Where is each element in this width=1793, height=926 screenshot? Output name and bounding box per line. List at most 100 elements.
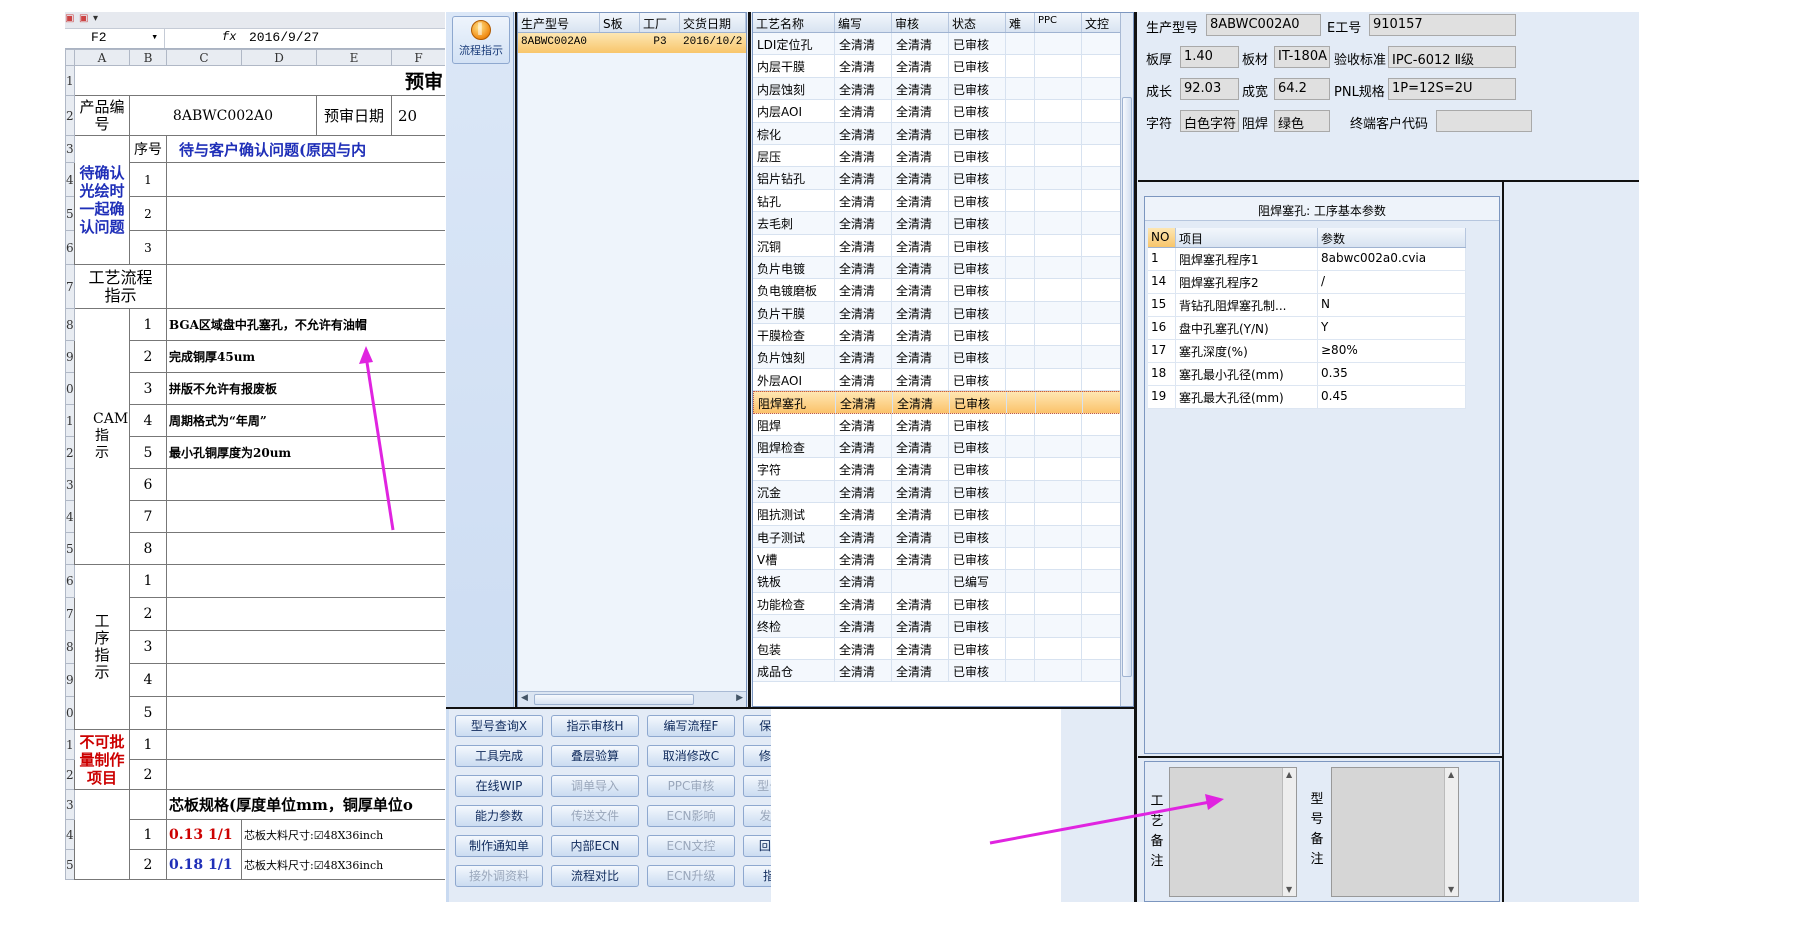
col-header-model[interactable]: 生产型号 (518, 13, 600, 32)
seq-cell[interactable]: 6 (129, 468, 167, 501)
pending-group-label[interactable]: 待确认光绘时一起确认问题 (74, 135, 130, 265)
row-number[interactable]: 0 (65, 372, 75, 405)
process-row[interactable]: 干膜检查 全清清 全清清 已审核 (753, 324, 1133, 347)
col-header-e[interactable]: E (316, 49, 392, 66)
toolbar-icon-2[interactable]: ▣ (79, 13, 88, 24)
cam-item[interactable] (166, 500, 445, 533)
col-header-factory[interactable]: 工厂 (640, 13, 680, 32)
process-row[interactable]: 内层干膜 全清清 全清清 已审核 (753, 55, 1133, 78)
row-number[interactable]: 8 (65, 630, 75, 664)
core-size-cell[interactable]: 芯板大料尺寸:☑48X36inch (241, 849, 445, 880)
process-row[interactable]: 字符 全清清 全清清 已审核 (753, 458, 1133, 481)
thickness-field[interactable]: 1.40 (1180, 46, 1239, 68)
sheet-title[interactable]: 预审 (74, 65, 445, 96)
checkbox-icon[interactable]: ☑ (314, 829, 324, 842)
action-button[interactable]: ECN升级 (647, 865, 735, 887)
core-seq[interactable]: 2 (129, 849, 167, 880)
row-number[interactable]: 2 (65, 759, 75, 790)
process-cell[interactable] (166, 663, 445, 697)
col-header-ppc[interactable]: PPC (1035, 13, 1082, 32)
process-row[interactable]: 沉铜 全清清 全清清 已审核 (753, 234, 1133, 257)
process-row[interactable]: 功能检查 全清清 全清清 已审核 (753, 592, 1133, 616)
core-spec-value[interactable]: 0.18 1/1 (166, 849, 242, 880)
row-number[interactable]: 1 (65, 729, 75, 760)
col-header-f[interactable]: F (391, 49, 445, 66)
process-row[interactable]: 去毛刺 全清清 全清清 已审核 (753, 212, 1133, 235)
param-row[interactable]: 17 塞孔深度(%) ≥80% (1148, 340, 1466, 363)
core-seq[interactable]: 1 (129, 819, 167, 850)
seq-cell[interactable]: 4 (129, 663, 167, 697)
cam-item[interactable]: 完成铜厚45um (166, 340, 445, 373)
memo-scrollbar[interactable]: ▲ ▼ (1444, 768, 1458, 896)
pnl-field[interactable]: 1P=12S=2U (1388, 78, 1516, 100)
cam-item[interactable] (166, 468, 445, 501)
cam-item[interactable]: BGA区域盘中孔塞孔，不允许有油帽 (166, 308, 445, 341)
process-row[interactable]: 负电镀磨板 全清清 全清清 已审核 (753, 279, 1133, 302)
corner-cell[interactable] (65, 49, 75, 66)
material-field[interactable]: IT-180A (1274, 46, 1330, 68)
col-header-a[interactable]: A (74, 49, 130, 66)
process-row[interactable]: 成品仓 全清清 全清清 已审核 (753, 659, 1133, 683)
action-button[interactable]: 取消修改C (647, 745, 735, 767)
col-header-status[interactable]: 状态 (949, 13, 1006, 32)
flow-instruction-button[interactable]: 流程指示 (452, 16, 510, 64)
process-cell[interactable] (166, 597, 445, 631)
process-row[interactable]: 棕化 全清清 全清清 已审核 (753, 122, 1133, 145)
scroll-thumb[interactable] (1122, 97, 1132, 677)
row-number[interactable]: 7 (65, 264, 75, 309)
cam-item[interactable]: 周期格式为“年周” (166, 404, 445, 437)
seq-cell[interactable]: 2 (129, 597, 167, 631)
process-row[interactable]: 阻焊 全清清 全清清 已审核 (753, 413, 1133, 437)
action-button[interactable]: 内部ECN (551, 835, 639, 857)
char-field[interactable]: 白色字符 (1180, 110, 1239, 132)
cam-item[interactable]: 拼版不允许有报废板 (166, 372, 445, 405)
process-row[interactable]: 阻焊塞孔 全清清 全清清 已审核 (753, 391, 1133, 414)
action-button[interactable]: 工具完成 (455, 745, 543, 767)
process-row[interactable]: 负片电镀 全清清 全清清 已审核 (753, 256, 1133, 280)
seq-cell[interactable]: 3 (129, 230, 167, 265)
process-row[interactable]: 内层AOI 全清清 全清清 已审核 (753, 100, 1133, 123)
action-button[interactable]: 在线WIP (455, 775, 543, 797)
row-number[interactable]: 3 (65, 135, 75, 163)
seq-cell[interactable]: 4 (129, 404, 167, 437)
process-flow-cell[interactable] (166, 264, 445, 309)
model-remark-textarea[interactable]: ▲ ▼ (1331, 767, 1459, 897)
seq-cell[interactable]: 7 (129, 500, 167, 533)
row-number[interactable]: 5 (65, 532, 75, 565)
core-size-cell[interactable]: 芯板大料尺寸:☑48X36inch (241, 819, 445, 850)
action-button[interactable]: 能力参数 (455, 805, 543, 827)
seq-cell[interactable]: 2 (129, 340, 167, 373)
param-row[interactable]: 15 背钻孔阻焊塞孔制... N (1148, 294, 1466, 317)
row-number[interactable]: 0 (65, 696, 75, 730)
action-button[interactable]: ECN影响 (647, 805, 735, 827)
process-cell[interactable] (166, 564, 445, 598)
core-spec-group[interactable] (74, 789, 130, 880)
row-number[interactable]: 5 (65, 196, 75, 231)
row-number[interactable]: 1 (65, 404, 75, 437)
param-row[interactable]: 19 塞孔最大孔径(mm) 0.45 (1148, 386, 1466, 409)
process-remark-textarea[interactable]: ▲ ▼ (1169, 767, 1297, 897)
scroll-right-icon[interactable]: ▶ (736, 693, 743, 703)
seq-cell[interactable]: 1 (129, 564, 167, 598)
row-number[interactable]: 4 (65, 162, 75, 197)
toolbar-icon-1[interactable]: ▣ (65, 13, 74, 24)
order-hscrollbar[interactable]: ◀ ▶ (518, 691, 746, 707)
seq-cell[interactable]: 1 (129, 308, 167, 341)
seq-cell[interactable]: 5 (129, 436, 167, 469)
col-header-s-board[interactable]: S板 (600, 13, 640, 32)
seq-cell[interactable]: 1 (129, 162, 167, 197)
process-row[interactable]: 钻孔 全清清 全清清 已审核 (753, 189, 1133, 213)
model-field[interactable]: 8ABWC002A0 (1206, 14, 1321, 36)
param-row[interactable]: 18 塞孔最小孔径(mm) 0.35 (1148, 363, 1466, 386)
seq-cell[interactable]: 1 (129, 729, 167, 760)
process-row[interactable]: 外层AOI 全清清 全清清 已审核 (753, 368, 1133, 392)
process-row[interactable]: 终检 全清清 全清清 已审核 (753, 615, 1133, 638)
process-row[interactable]: 负片蚀刻 全清清 全清清 已审核 (753, 346, 1133, 369)
row-number[interactable]: 4 (65, 819, 75, 850)
process-row[interactable]: 阻抗测试 全清清 全清清 已审核 (753, 503, 1133, 526)
process-row[interactable]: 负片干膜 全清清 全清清 已审核 (753, 301, 1133, 325)
action-button[interactable]: 流程对比 (551, 865, 639, 887)
action-button[interactable]: 编写流程F (647, 715, 735, 737)
cam-item[interactable] (166, 532, 445, 565)
action-button[interactable]: 传送文件 (551, 805, 639, 827)
